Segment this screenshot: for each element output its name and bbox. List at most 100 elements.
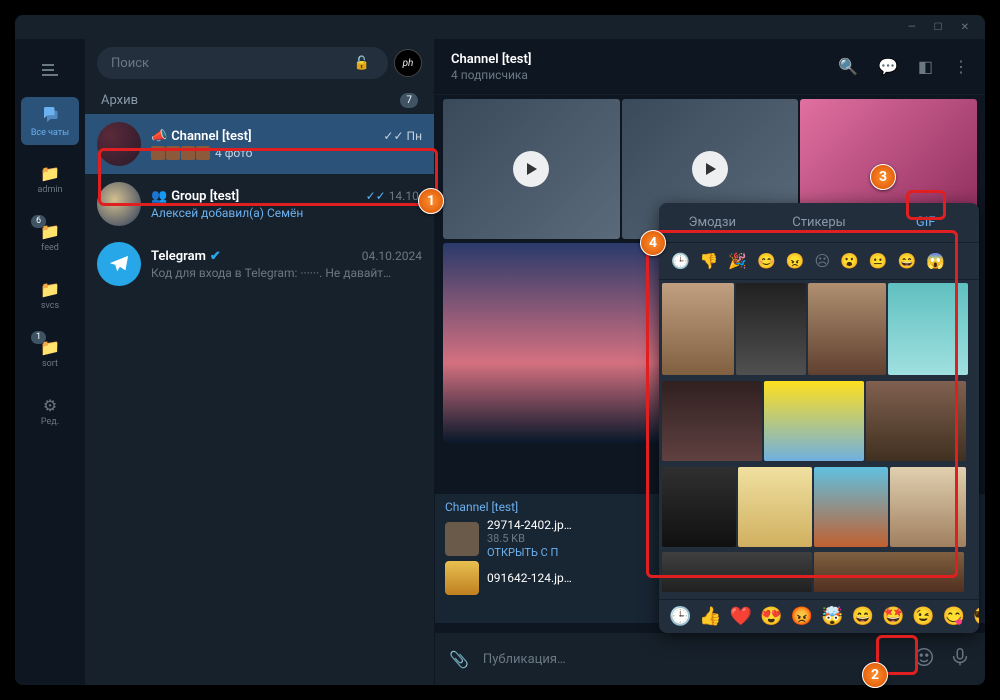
chat-item-channel[interactable]: 📣Channel [test] ✓✓Пн 4 фото [85,114,434,174]
chat-subtitle: 4 подписчика [451,68,838,82]
chat-header: Channel [test] 4 подписчика 🔍 💬 ◧ ⋮ [435,39,985,95]
tab-emoji[interactable]: Эмодзи [659,203,766,242]
quick-emoji[interactable]: 😍 [760,606,782,627]
mic-icon[interactable] [949,646,971,672]
annotation-num: 1 [418,188,444,214]
checks-icon: ✓✓ [366,189,386,203]
chat-name: Group [test] [171,189,239,204]
play-icon [513,151,549,187]
account-avatar[interactable]: ph [394,49,422,77]
chats-icon [41,104,59,126]
quick-emoji[interactable]: 🤯 [821,606,843,627]
quick-emoji-row: 🕒 👍 ❤️ 😍 😡 🤯 😄 🤩 😉 😋 😎 👎 [659,599,979,633]
gif-tile[interactable] [890,467,966,547]
gif-tile[interactable] [808,283,886,375]
rail-feed[interactable]: 6 📁 feed [21,213,79,261]
rail-badge: 1 [31,331,46,344]
side-panel-icon[interactable]: ◧ [918,57,933,76]
recent-icon[interactable]: 🕒 [669,606,691,627]
comments-icon[interactable]: 💬 [878,57,898,76]
gif-tile[interactable] [888,283,968,375]
surprised-icon[interactable]: 😮 [840,252,859,270]
gif-tile[interactable] [662,381,762,461]
settings-icon: ⚙ [43,396,57,415]
tab-stickers[interactable]: Стикеры [766,203,873,242]
gif-tile[interactable] [814,552,964,592]
folder-icon: 📁 [40,280,60,299]
quick-emoji[interactable]: ❤️ [730,606,752,627]
chat-name: Telegram [151,249,206,264]
quick-emoji[interactable]: 😄 [852,606,874,627]
rail-label: Все чаты [31,128,69,138]
search-icon[interactable]: 🔍 [838,57,858,76]
message-input[interactable]: Публикация… [483,652,899,667]
angry-icon[interactable]: 😠 [786,252,805,270]
rail-admin[interactable]: 📁 admin [21,155,79,203]
chat-time: 04.10.2024 [362,249,422,263]
quick-emoji[interactable]: 😡 [791,606,813,627]
avatar [97,182,141,226]
file-name: 091642-124.jp… [487,571,572,585]
quick-emoji[interactable]: 🤩 [882,606,904,627]
annotation-num: 2 [862,662,888,688]
gif-tile[interactable] [814,467,888,547]
thumbs-down-icon[interactable]: 👎 [700,252,719,270]
rail-edit[interactable]: ⚙ Ред. [21,387,79,435]
chat-item-group[interactable]: 👥Group [test] ✓✓14.10. Алексей добавил(a… [85,174,434,234]
chat-name: Channel [test] [171,129,251,144]
chat-time: 14.10. [389,189,422,203]
group-icon: 👥 [151,189,167,204]
maximize-button[interactable]: ☐ [934,22,943,33]
gif-tile[interactable] [764,381,864,461]
recent-icon[interactable]: 🕒 [671,252,690,270]
file-name: 29714-2402.jp… [487,518,572,532]
rail-sort[interactable]: 1 📁 sort [21,329,79,377]
chat-item-telegram[interactable]: Telegram✔ 04.10.2024 Код для входа в Tel… [85,234,434,294]
file-thumb [445,561,479,595]
gif-tile[interactable] [738,467,812,547]
annotation-num: 4 [640,230,666,256]
laugh-icon[interactable]: 😄 [897,252,916,270]
gif-tile[interactable] [736,283,806,375]
rail-svcs[interactable]: 📁 svcs [21,271,79,319]
archive-row[interactable]: Архив 7 [85,87,434,114]
search-input[interactable]: Поиск 🔓 [97,47,388,79]
smile-icon[interactable]: 😊 [757,252,776,270]
gif-tile[interactable] [662,283,734,375]
avatar [97,242,141,286]
shock-icon[interactable]: 😱 [926,252,945,270]
open-link[interactable]: ОТКРЫТЬ С П [487,546,572,559]
minimize-button[interactable]: — [908,22,916,33]
emoji-button[interactable] [913,646,935,672]
party-icon[interactable]: 🎉 [728,252,747,270]
gif-grid [659,280,979,599]
neutral-icon[interactable]: 😐 [869,252,888,270]
rail-label: Ред. [41,417,59,427]
gif-tile[interactable] [662,467,736,547]
more-icon[interactable]: ⋮ [953,57,969,76]
avatar [97,122,141,166]
menu-button[interactable] [30,53,70,87]
tab-gif[interactable]: GIF [872,203,979,242]
photo-thumbs [151,146,211,160]
rail-all-chats[interactable]: Все чаты [21,97,79,145]
file-size: 38.5 KB [487,532,572,545]
quick-emoji[interactable]: 😉 [912,606,934,627]
search-placeholder: Поиск [111,56,149,71]
annotation-num: 3 [870,164,896,190]
quick-emoji[interactable]: 😋 [943,606,965,627]
gif-tile[interactable] [662,552,812,592]
chat-title[interactable]: Channel [test] [451,52,838,67]
quick-emoji[interactable]: 😎 [973,606,979,627]
sad-icon[interactable]: ☹ [814,252,830,270]
attach-icon[interactable]: 📎 [449,650,469,669]
rail-label: feed [41,243,59,253]
folder-icon: 📁 [40,164,60,183]
chat-area: Channel [test] 4 подписчика 🔍 💬 ◧ ⋮ [435,39,985,685]
close-button[interactable]: ✕ [961,22,969,33]
quick-emoji[interactable]: 👍 [699,606,721,627]
gif-tile[interactable] [866,381,966,461]
file-thumb [445,522,479,556]
archive-count: 7 [400,93,418,108]
media-video-1[interactable] [443,99,620,239]
